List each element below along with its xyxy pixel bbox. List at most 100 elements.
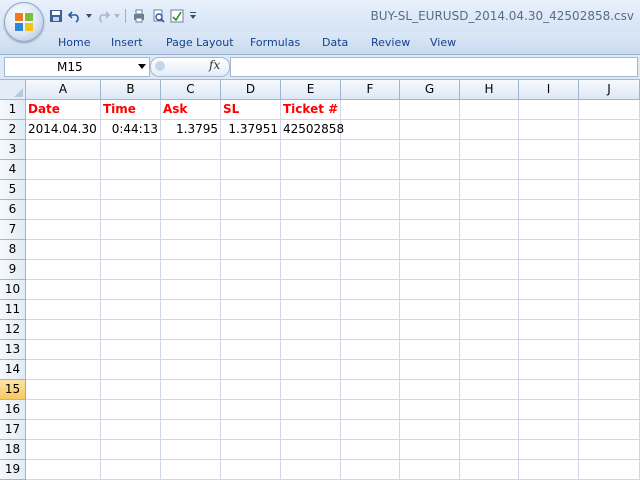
cell-h7[interactable] (460, 220, 519, 240)
cell-f12[interactable] (341, 320, 400, 340)
cell-j2[interactable] (579, 120, 640, 140)
cell-a9[interactable] (26, 260, 101, 280)
redo-icon[interactable] (95, 8, 111, 24)
cell-c1[interactable]: Ask (161, 100, 221, 120)
row-header-11[interactable]: 11 (0, 300, 26, 320)
cell-f10[interactable] (341, 280, 400, 300)
cell-e18[interactable] (281, 440, 341, 460)
cell-a15[interactable] (26, 380, 101, 400)
cell-f17[interactable] (341, 420, 400, 440)
cell-a17[interactable] (26, 420, 101, 440)
cell-c2[interactable]: 1.3795 (161, 120, 221, 140)
row-header-9[interactable]: 9 (0, 260, 26, 280)
cell-g7[interactable] (400, 220, 460, 240)
cell-e5[interactable] (281, 180, 341, 200)
cell-c9[interactable] (161, 260, 221, 280)
cell-a19[interactable] (26, 460, 101, 480)
cell-c16[interactable] (161, 400, 221, 420)
cell-d13[interactable] (221, 340, 281, 360)
cell-a2[interactable]: 2014.04.30 (26, 120, 101, 140)
cell-j14[interactable] (579, 360, 640, 380)
cell-h9[interactable] (460, 260, 519, 280)
cell-e17[interactable] (281, 420, 341, 440)
cell-d1[interactable]: SL (221, 100, 281, 120)
cell-b1[interactable]: Time (101, 100, 161, 120)
cell-b15[interactable] (101, 380, 161, 400)
cell-d11[interactable] (221, 300, 281, 320)
cell-c4[interactable] (161, 160, 221, 180)
cell-f7[interactable] (341, 220, 400, 240)
cell-h11[interactable] (460, 300, 519, 320)
cell-d10[interactable] (221, 280, 281, 300)
cell-e16[interactable] (281, 400, 341, 420)
cell-g1[interactable] (400, 100, 460, 120)
cell-g8[interactable] (400, 240, 460, 260)
cell-d2[interactable]: 1.37951 (221, 120, 281, 140)
cell-b6[interactable] (101, 200, 161, 220)
cell-b12[interactable] (101, 320, 161, 340)
cell-c13[interactable] (161, 340, 221, 360)
cell-h17[interactable] (460, 420, 519, 440)
cell-g12[interactable] (400, 320, 460, 340)
cell-f13[interactable] (341, 340, 400, 360)
cell-b11[interactable] (101, 300, 161, 320)
cell-a18[interactable] (26, 440, 101, 460)
undo-icon[interactable] (67, 8, 83, 24)
column-header-c[interactable]: C (161, 80, 221, 100)
cell-b13[interactable] (101, 340, 161, 360)
row-header-13[interactable]: 13 (0, 340, 26, 360)
cell-a8[interactable] (26, 240, 101, 260)
cell-b14[interactable] (101, 360, 161, 380)
cell-j8[interactable] (579, 240, 640, 260)
cell-i12[interactable] (519, 320, 579, 340)
cell-b4[interactable] (101, 160, 161, 180)
cell-a13[interactable] (26, 340, 101, 360)
cell-b2[interactable]: 0:44:13 (101, 120, 161, 140)
cell-f9[interactable] (341, 260, 400, 280)
insert-function-button[interactable]: fx (209, 58, 220, 72)
cell-j16[interactable] (579, 400, 640, 420)
cell-c6[interactable] (161, 200, 221, 220)
cell-h15[interactable] (460, 380, 519, 400)
cell-g16[interactable] (400, 400, 460, 420)
cell-f15[interactable] (341, 380, 400, 400)
cell-d14[interactable] (221, 360, 281, 380)
cell-g13[interactable] (400, 340, 460, 360)
cell-e19[interactable] (281, 460, 341, 480)
cell-c10[interactable] (161, 280, 221, 300)
cell-b18[interactable] (101, 440, 161, 460)
cell-a6[interactable] (26, 200, 101, 220)
tab-data[interactable]: Data (322, 36, 348, 49)
cell-g11[interactable] (400, 300, 460, 320)
column-header-h[interactable]: H (460, 80, 519, 100)
cell-j15[interactable] (579, 380, 640, 400)
cell-j12[interactable] (579, 320, 640, 340)
cell-e9[interactable] (281, 260, 341, 280)
expand-handle-icon[interactable] (155, 61, 165, 71)
row-header-14[interactable]: 14 (0, 360, 26, 380)
cell-h13[interactable] (460, 340, 519, 360)
cell-g10[interactable] (400, 280, 460, 300)
cell-c12[interactable] (161, 320, 221, 340)
cell-g15[interactable] (400, 380, 460, 400)
cell-d7[interactable] (221, 220, 281, 240)
cell-c19[interactable] (161, 460, 221, 480)
cell-i4[interactable] (519, 160, 579, 180)
column-header-a[interactable]: A (26, 80, 101, 100)
cell-j5[interactable] (579, 180, 640, 200)
cell-a10[interactable] (26, 280, 101, 300)
tab-view[interactable]: View (430, 36, 456, 49)
cell-h10[interactable] (460, 280, 519, 300)
cell-c8[interactable] (161, 240, 221, 260)
cell-i7[interactable] (519, 220, 579, 240)
cell-c3[interactable] (161, 140, 221, 160)
spelling-icon[interactable] (169, 8, 185, 24)
cell-a7[interactable] (26, 220, 101, 240)
cell-j17[interactable] (579, 420, 640, 440)
cell-h3[interactable] (460, 140, 519, 160)
cell-i16[interactable] (519, 400, 579, 420)
cell-e1[interactable]: Ticket # (281, 100, 341, 120)
cell-a3[interactable] (26, 140, 101, 160)
cell-h8[interactable] (460, 240, 519, 260)
cell-b7[interactable] (101, 220, 161, 240)
